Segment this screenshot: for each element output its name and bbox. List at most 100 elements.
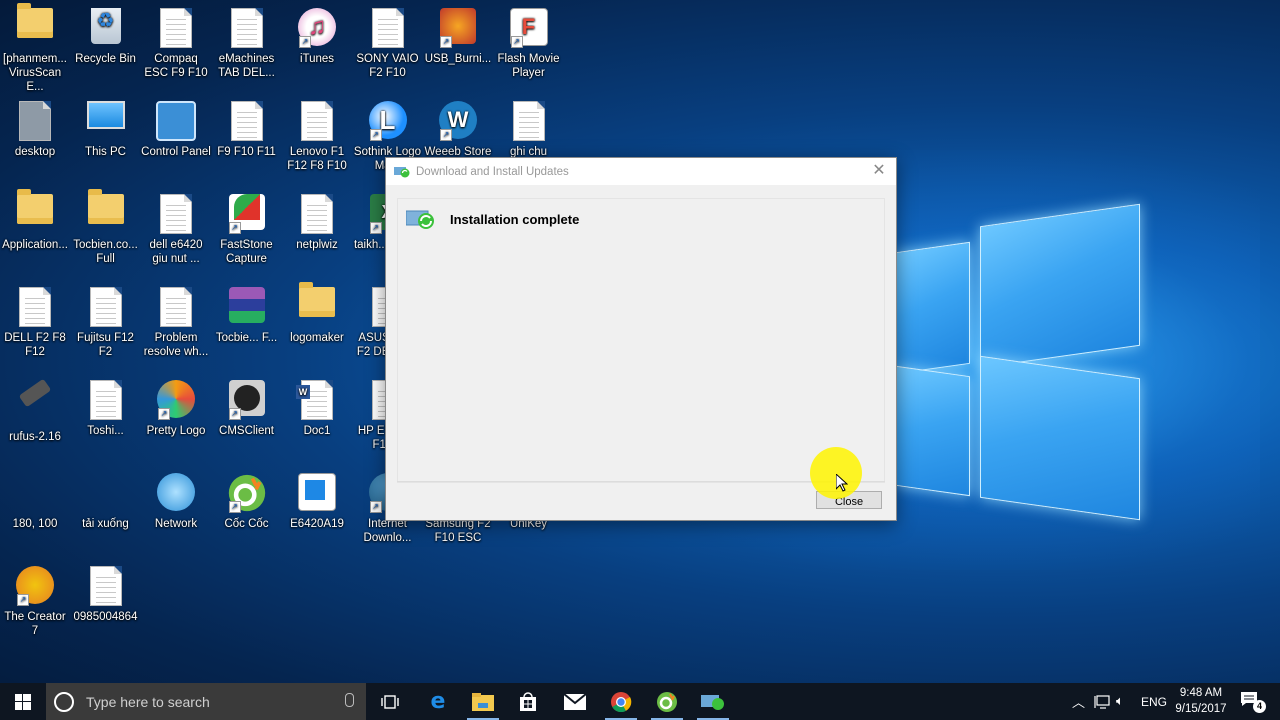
- desktop-icon[interactable]: W Doc1: [282, 372, 352, 438]
- desktop-icon[interactable]: 0985004864: [71, 558, 141, 624]
- cortana-icon: [54, 691, 74, 712]
- desktop-icon[interactable]: Compaq ESC F9 F10: [141, 0, 211, 80]
- desktop-icon[interactable]: F ↗ Flash Movie Player: [494, 0, 564, 80]
- faststone-icon: ↗: [227, 194, 267, 234]
- desktop-icon[interactable]: Fujitsu F12 F2: [71, 279, 141, 359]
- desktop-icon-label: rufus-2.16: [9, 431, 61, 443]
- network-icon: [1094, 694, 1110, 709]
- desktop-icon[interactable]: ghi chu: [494, 93, 564, 159]
- desktop-icon[interactable]: desktop: [0, 93, 70, 159]
- desktop-icon[interactable]: F9 F10 F11: [212, 93, 282, 159]
- desktop-icon-label: Samsung F2 F10 ESC: [425, 518, 491, 544]
- desktop-icon-label: 180, 100: [12, 518, 58, 530]
- desktop-icon-label: logomaker: [290, 332, 344, 344]
- desktop-icon[interactable]: ♫ ↗ iTunes: [282, 0, 352, 66]
- desktop-icon[interactable]: ↗ Cốc Cốc: [212, 465, 282, 531]
- usbburn-icon: ↗: [438, 8, 478, 48]
- volume-control[interactable]: 🔈︎: [1116, 683, 1124, 720]
- doc-icon: [86, 566, 126, 606]
- doc-icon: [156, 194, 196, 234]
- desktop-icon[interactable]: W ↗ Weeeb Store: [423, 93, 493, 159]
- desktop-icon[interactable]: [phanmem... VirusScan E...: [0, 0, 70, 94]
- desktop-icon[interactable]: Application...: [0, 186, 70, 252]
- desktop-icon-label: Compaq ESC F9 F10: [144, 53, 208, 79]
- dialog-titlebar[interactable]: Download and Install Updates: [386, 158, 896, 185]
- doc-icon: [156, 287, 196, 327]
- taskbar-file-explorer[interactable]: [461, 683, 505, 720]
- action-center-button[interactable]: 4: [1240, 691, 1266, 713]
- clock[interactable]: 9:48 AM 9/15/2017: [1172, 685, 1230, 717]
- desktop-icon[interactable]: Tocbie... F...: [212, 279, 282, 345]
- desktop-icon-label: This PC: [85, 146, 126, 158]
- recycle-icon: ♻: [86, 8, 126, 48]
- sothink-icon: L ↗: [368, 101, 408, 141]
- desktop-icon[interactable]: Control Panel: [141, 93, 211, 159]
- desktop-icon[interactable]: This PC: [71, 93, 141, 159]
- folder-icon: [15, 3, 55, 48]
- taskbar: Type here to search e ︿ 🔈︎ ENG 9:48 AM 9…: [0, 683, 1280, 720]
- desktop-icon[interactable]: ↗ Pretty Logo: [141, 372, 211, 438]
- microphone-icon[interactable]: [345, 693, 354, 707]
- desktop-icon-label: Tocbie... F...: [215, 332, 278, 344]
- taskbar-store[interactable]: [506, 683, 550, 720]
- clock-date: 9/15/2017: [1175, 703, 1227, 715]
- desktop-icon[interactable]: Problem resolve wh...: [141, 279, 211, 359]
- desktop-icon-label: DELL F2 F8 F12: [4, 332, 66, 358]
- close-icon[interactable]: ✕: [868, 161, 890, 181]
- desktop-icon[interactable]: E6420A19: [282, 465, 352, 531]
- desktop-icon[interactable]: Tocbien.co... Full: [71, 186, 141, 266]
- taskbar-chrome[interactable]: [599, 683, 643, 720]
- desktop-icon[interactable]: ↗ The Creator 7: [0, 558, 70, 638]
- update-icon: [394, 166, 410, 178]
- desktop-icon[interactable]: SONY VAIO F2 F10: [353, 0, 423, 80]
- windows-icon: [15, 693, 31, 710]
- desktop-icon-label: Recycle Bin: [75, 53, 136, 65]
- taskbar-coccoc[interactable]: [645, 683, 689, 720]
- desktop-icon[interactable]: Toshi...: [71, 372, 141, 438]
- desktop-icon[interactable]: logomaker: [282, 279, 352, 345]
- store-icon: [520, 691, 536, 711]
- taskbar-updates[interactable]: [691, 683, 735, 720]
- dialog-content-panel: [397, 198, 885, 483]
- desktop-icon-label: Toshi...: [87, 425, 124, 437]
- desktop-icon[interactable]: ↗ CMSClient: [212, 372, 282, 438]
- desktop-icon[interactable]: ↗ USB_Burni...: [423, 0, 493, 66]
- desktop-icon[interactable]: ↗ FastStone Capture: [212, 186, 282, 266]
- task-view-button[interactable]: [368, 683, 412, 720]
- desktop-icon[interactable]: ♻ Recycle Bin: [71, 0, 141, 66]
- folder-icon: [15, 189, 55, 234]
- doc-icon: [86, 287, 126, 327]
- desktop-icon[interactable]: DELL F2 F8 F12: [0, 279, 70, 359]
- desktop-icon[interactable]: 180, 100: [0, 465, 70, 531]
- creator-icon: ↗: [15, 566, 55, 606]
- language-indicator[interactable]: ENG: [1141, 683, 1167, 720]
- desktop-icon[interactable]: eMachines TAB DEL...: [212, 0, 282, 80]
- show-hidden-icons[interactable]: ︿: [1072, 683, 1085, 720]
- desktop-icon-label: Tocbien.co... Full: [73, 239, 138, 265]
- control-icon: [156, 101, 196, 141]
- taskbar-mail[interactable]: [553, 683, 597, 720]
- start-button[interactable]: [0, 683, 46, 720]
- folder-icon: [297, 282, 337, 327]
- desktop-icon[interactable]: rufus-2.16: [0, 372, 70, 444]
- chrome-icon: [611, 691, 632, 712]
- desktop-icon-label: The Creator 7: [4, 611, 66, 637]
- shortcut-arrow-icon: ↗: [228, 408, 241, 420]
- desktop-icon[interactable]: tải xuống: [71, 465, 141, 531]
- network-status[interactable]: [1094, 683, 1110, 720]
- desktop-icon-label: desktop: [14, 146, 56, 158]
- chevron-up-icon: ︿: [1072, 695, 1086, 710]
- volume-icon: 🔈︎: [1116, 694, 1124, 709]
- desktop-icon[interactable]: Network: [141, 465, 211, 531]
- desktop-icon-label: Application...: [2, 239, 68, 251]
- doc-icon: [227, 8, 267, 48]
- desktop-icon[interactable]: netplwiz: [282, 186, 352, 252]
- language-label: ENG: [1141, 694, 1168, 709]
- notification-badge: 4: [1253, 700, 1266, 713]
- itunes-icon: ♫ ↗: [297, 8, 337, 48]
- desktop-icon[interactable]: Lenovo F1 F12 F8 F10: [282, 93, 352, 173]
- taskbar-edge[interactable]: e: [416, 683, 460, 720]
- search-box[interactable]: Type here to search: [46, 683, 366, 720]
- doc-icon: [86, 380, 126, 420]
- desktop-icon[interactable]: dell e6420 giu nut ...: [141, 186, 211, 266]
